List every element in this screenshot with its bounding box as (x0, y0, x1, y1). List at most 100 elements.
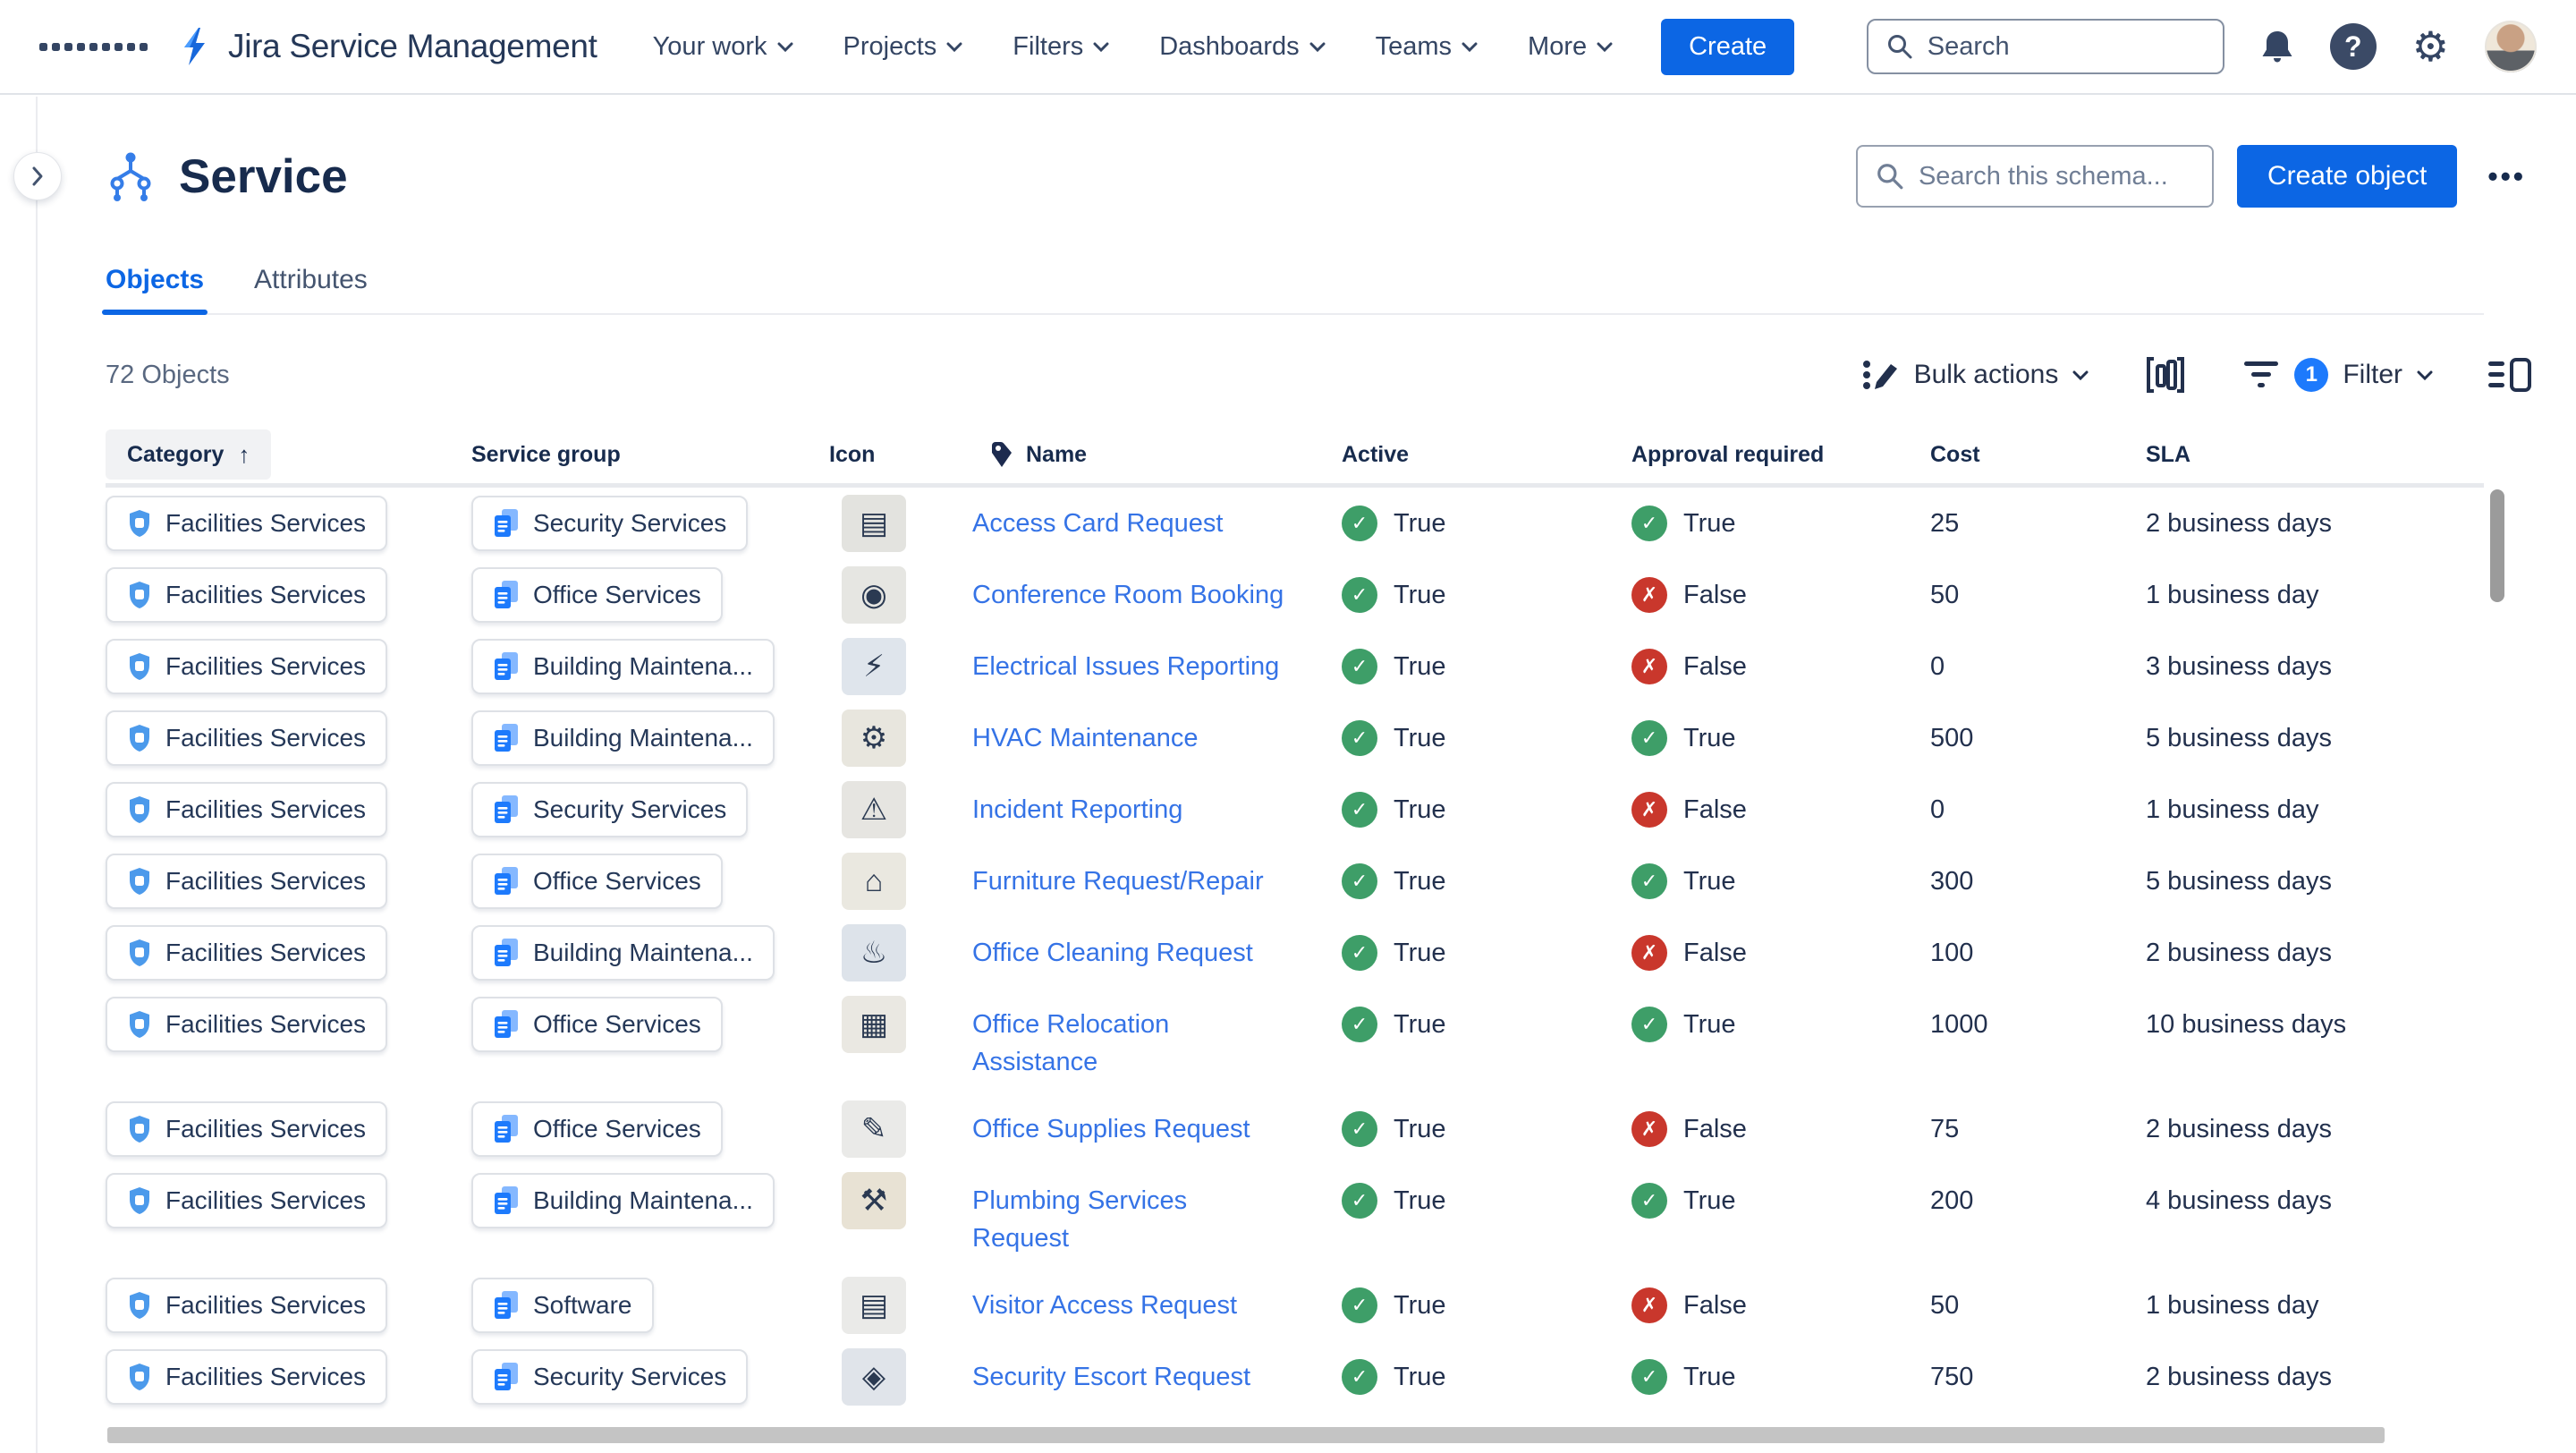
schema-search-input[interactable] (1919, 162, 2187, 191)
service-group-pages-icon (493, 938, 520, 968)
approval-status-icon: ✗ (1631, 1287, 1667, 1323)
column-header-name[interactable]: Name (972, 440, 1342, 469)
column-header-sla[interactable]: SLA (2146, 442, 2446, 468)
filter-button[interactable]: 1 Filter (2242, 358, 2433, 392)
service-group-chip[interactable]: Security Services (471, 1349, 748, 1405)
table-row: Facilities Services Software ▤ Visitor A… (106, 1270, 2533, 1341)
create-object-button[interactable]: Create object (2237, 145, 2457, 208)
schema-search[interactable] (1856, 145, 2214, 208)
incident-alert-icon: ⚠ (842, 781, 906, 838)
sort-ascending-icon: ↑ (238, 441, 250, 469)
detail-view-button[interactable] (2488, 356, 2533, 394)
category-shield-icon (127, 581, 152, 609)
service-group-pages-icon (493, 794, 520, 825)
active-value: True (1394, 509, 1446, 539)
moving-truck-icon: ▦ (842, 996, 906, 1053)
settings-gear-icon[interactable]: ⚙ (2412, 26, 2449, 67)
tab-objects[interactable]: Objects (106, 265, 204, 313)
active-status-icon: ✓ (1342, 720, 1377, 756)
create-button[interactable]: Create (1661, 19, 1794, 75)
global-search-input[interactable] (1928, 32, 2178, 62)
bulk-edit-icon (1862, 357, 1900, 393)
sla-value: 2 business days (2146, 939, 2332, 968)
object-name-link[interactable]: Office Cleaning Request (972, 934, 1253, 972)
nav-item-projects[interactable]: Projects (843, 32, 963, 62)
nav-item-your-work[interactable]: Your work (653, 32, 793, 62)
column-header-approval-required[interactable]: Approval required (1631, 442, 1930, 468)
global-search[interactable] (1867, 19, 2224, 74)
user-avatar[interactable] (2485, 21, 2537, 72)
table-body: Facilities Services Security Services ▤ … (106, 488, 2533, 1413)
active-status-icon: ✓ (1342, 863, 1377, 899)
object-name-link[interactable]: Access Card Request (972, 505, 1223, 542)
app-switcher-icon[interactable] (39, 43, 148, 51)
service-group-chip[interactable]: Office Services (471, 567, 723, 623)
column-header-cost[interactable]: Cost (1930, 442, 2146, 468)
electrical-bulb-icon: ⚡ (842, 638, 906, 695)
cost-value: 500 (1930, 724, 1973, 753)
object-name-link[interactable]: Incident Reporting (972, 791, 1182, 828)
service-group-chip[interactable]: Office Services (471, 854, 723, 909)
category-chip[interactable]: Facilities Services (106, 496, 387, 551)
object-name-link[interactable]: HVAC Maintenance (972, 719, 1199, 757)
table-row: Facilities Services Office Services ✎ Of… (106, 1093, 2533, 1165)
object-name-link[interactable]: Conference Room Booking (972, 576, 1284, 614)
object-name-link[interactable]: Security Escort Request (972, 1358, 1250, 1396)
object-count: 72 Objects (106, 361, 230, 390)
cost-value: 50 (1930, 1291, 1959, 1321)
object-name-link[interactable]: Office Supplies Request (972, 1110, 1250, 1148)
category-chip[interactable]: Facilities Services (106, 567, 387, 623)
nav-item-teams[interactable]: Teams (1376, 32, 1478, 62)
category-chip[interactable]: Facilities Services (106, 997, 387, 1052)
sla-value: 10 business days (2146, 1010, 2346, 1040)
category-chip[interactable]: Facilities Services (106, 1349, 387, 1405)
category-chip[interactable]: Facilities Services (106, 782, 387, 837)
category-chip[interactable]: Facilities Services (106, 639, 387, 694)
nav-item-more[interactable]: More (1528, 32, 1613, 62)
service-group-chip[interactable]: Security Services (471, 496, 748, 551)
object-name-link[interactable]: Plumbing Services Request (972, 1182, 1187, 1257)
expand-sidebar-button[interactable] (13, 152, 62, 200)
category-chip[interactable]: Facilities Services (106, 925, 387, 981)
more-options-icon[interactable]: ••• (2480, 160, 2533, 193)
active-value: True (1394, 652, 1446, 682)
help-icon[interactable]: ? (2330, 23, 2377, 70)
object-name-link[interactable]: Electrical Issues Reporting (972, 648, 1279, 685)
service-group-chip[interactable]: Building Maintena... (471, 710, 775, 766)
hvac-unit-icon: ⚙ (842, 710, 906, 767)
nav-item-dashboards[interactable]: Dashboards (1159, 32, 1325, 62)
table-row: Facilities Services Office Services ⌂ Fu… (106, 845, 2533, 917)
object-name-link[interactable]: Office Relocation Assistance (972, 1006, 1169, 1081)
jira-logo[interactable]: Jira Service Management (174, 26, 597, 67)
column-header-active[interactable]: Active (1342, 442, 1631, 468)
category-chip[interactable]: Facilities Services (106, 854, 387, 909)
approval-status-icon: ✗ (1631, 577, 1667, 613)
horizontal-scrollbar[interactable] (107, 1427, 2385, 1443)
service-group-chip[interactable]: Security Services (471, 782, 748, 837)
service-group-chip[interactable]: Building Maintena... (471, 639, 775, 694)
category-chip[interactable]: Facilities Services (106, 1173, 387, 1228)
tab-attributes[interactable]: Attributes (254, 265, 368, 313)
notifications-bell-icon[interactable] (2260, 29, 2294, 64)
chart-view-button[interactable] (2144, 354, 2187, 395)
service-group-chip[interactable]: Office Services (471, 997, 723, 1052)
nav-menu: Your work Projects Filters Dashboards Te… (653, 32, 1613, 62)
column-header-category[interactable]: Category ↑ (106, 429, 271, 480)
service-group-chip[interactable]: Software (471, 1278, 654, 1333)
object-name-link[interactable]: Furniture Request/Repair (972, 862, 1264, 900)
sla-value: 2 business days (2146, 1115, 2332, 1144)
service-group-pages-icon (493, 1185, 520, 1216)
category-chip[interactable]: Facilities Services (106, 1101, 387, 1157)
category-shield-icon (127, 724, 152, 752)
category-chip[interactable]: Facilities Services (106, 710, 387, 766)
column-header-icon[interactable]: Icon (829, 442, 972, 468)
service-group-chip[interactable]: Office Services (471, 1101, 723, 1157)
object-name-link[interactable]: Visitor Access Request (972, 1287, 1237, 1324)
service-group-chip[interactable]: Building Maintena... (471, 925, 775, 981)
vertical-scrollbar[interactable] (2490, 489, 2504, 602)
column-header-service-group[interactable]: Service group (471, 442, 829, 468)
service-group-chip[interactable]: Building Maintena... (471, 1173, 775, 1228)
nav-item-filters[interactable]: Filters (1013, 32, 1109, 62)
bulk-actions-button[interactable]: Bulk actions (1862, 357, 2089, 393)
category-chip[interactable]: Facilities Services (106, 1278, 387, 1333)
